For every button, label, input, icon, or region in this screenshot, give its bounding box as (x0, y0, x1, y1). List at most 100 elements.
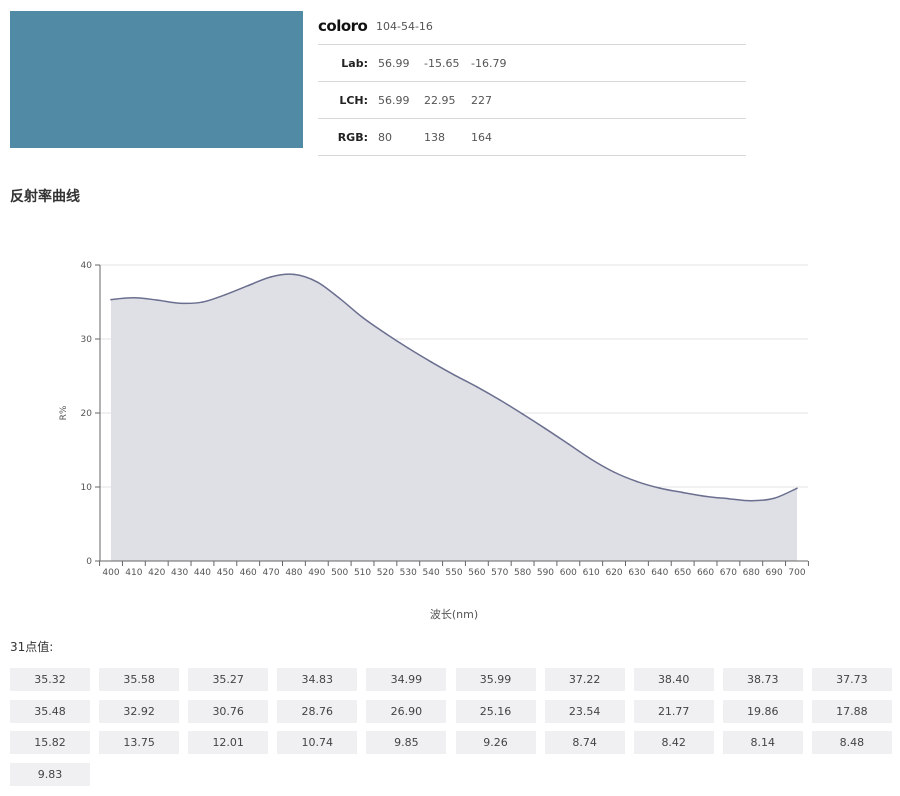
x-tick-label: 560 (468, 568, 485, 578)
point-value-cell: 13.75 (99, 731, 180, 754)
data-point (498, 399, 501, 401)
x-tick-label: 500 (331, 568, 348, 578)
x-tick-label: 430 (171, 568, 188, 578)
data-point (659, 487, 661, 489)
point-value-cell: 35.48 (10, 699, 90, 723)
point-value-cell: 8.14 (722, 731, 803, 754)
point-value-cell: 38.73 (722, 668, 803, 691)
x-tick-label: 610 (583, 568, 600, 578)
reflectance-chart-svg: 0 10 20 30 40 400 410 420 430 440 450 460 470 480 490 5… (59, 261, 809, 621)
x-tick-label: 520 (377, 568, 394, 578)
data-point (407, 347, 410, 349)
lab-label: Lab: (341, 56, 368, 70)
x-tick-label: 480 (285, 568, 302, 578)
point-value-cell: 28.76 (277, 699, 358, 723)
brand-logo: coloro (318, 17, 368, 35)
data-point (704, 495, 707, 498)
x-tick-label: 640 (651, 568, 668, 578)
x-tick-label: 450 (217, 568, 234, 578)
lch-label: LCH: (339, 93, 368, 107)
data-point (293, 273, 295, 276)
data-point (133, 296, 135, 299)
area-fill (111, 274, 797, 561)
x-tick-label: 680 (743, 568, 760, 578)
data-point (750, 499, 753, 502)
data-point (224, 293, 227, 296)
point-value-cell: 9.83 (10, 762, 90, 786)
x-tick-label: 440 (194, 568, 211, 578)
data-point (773, 497, 775, 500)
x-tick-label: 620 (605, 568, 622, 578)
brand-row: coloro 104-54-16 (318, 8, 746, 45)
data-point (544, 427, 547, 430)
point-value-cell: 8.74 (544, 731, 625, 754)
lab-row: Lab: 56.99 -15.65 -16.79 (318, 45, 746, 82)
data-point (453, 374, 455, 376)
data-point (727, 497, 730, 500)
data-point (636, 480, 638, 483)
point-value-cell: 37.73 (811, 668, 892, 691)
data-point (247, 284, 249, 287)
point-value-cell: 8.42 (633, 731, 714, 754)
x-tick-label: 650 (674, 568, 691, 578)
y-axis-title: R% (59, 405, 69, 420)
point-value-cell: 25.16 (455, 699, 536, 723)
lch-c-value: 22.95 (424, 93, 456, 107)
point-value-cell: 17.88 (811, 699, 892, 723)
x-tick-label: 660 (697, 568, 714, 578)
lab-l-value: 56.99 (378, 56, 410, 70)
rgb-row: RGB: 80 138 164 (318, 119, 746, 156)
data-point (590, 458, 592, 461)
y-tick-label: 10 (81, 483, 93, 493)
x-tick-label: 550 (445, 568, 462, 578)
data-point (681, 491, 684, 494)
point-value-cell: 9.26 (455, 731, 536, 754)
rgb-b-value: 164 (471, 130, 492, 144)
point-value-cell: 12.01 (188, 731, 269, 754)
point-value-cell: 34.99 (366, 668, 447, 691)
lch-h-value: 227 (471, 93, 492, 107)
point-value-cell: 35.27 (188, 668, 269, 691)
x-tick-label: 700 (788, 568, 805, 578)
point-value-cell: 38.40 (633, 668, 714, 691)
section-title: 反射率曲线 (10, 189, 80, 205)
reflectance-chart: 0 10 20 30 40 400 410 420 430 440 450 460 470 480 490 5… (0, 240, 900, 630)
data-point (178, 302, 181, 305)
x-tick-label: 530 (400, 568, 417, 578)
lch-l-value: 56.99 (378, 93, 410, 107)
point-value-cell: 32.92 (99, 699, 180, 723)
point-value-cell: 15.82 (10, 731, 90, 754)
y-tick-label: 40 (81, 261, 93, 271)
lch-row: LCH: 56.99 22.95 227 (318, 82, 746, 119)
data-point (476, 386, 478, 388)
point-value-cell: 37.22 (544, 668, 625, 691)
x-tick-label: 490 (308, 568, 325, 578)
x-tick-label: 580 (514, 568, 531, 578)
rgb-g-value: 138 (424, 130, 445, 144)
y-tick-label: 30 (81, 335, 93, 345)
y-tick-label: 20 (81, 409, 93, 419)
rgb-r-value: 80 (378, 130, 392, 144)
x-tick-label: 690 (766, 568, 783, 578)
x-tick-label: 540 (423, 568, 440, 578)
data-point (155, 299, 158, 301)
x-tick-label: 420 (148, 568, 165, 578)
x-tick-label: 460 (240, 568, 257, 578)
data-point (316, 280, 318, 283)
point-value-cell: 35.32 (10, 668, 90, 691)
color-swatch (10, 11, 303, 148)
point-value-cell: 35.58 (99, 668, 180, 691)
point-value-cell: 35.99 (455, 668, 536, 691)
x-tick-label: 670 (720, 568, 737, 578)
color-code: 104-54-16 (376, 19, 433, 33)
x-tick-label: 400 (102, 568, 119, 578)
data-point (613, 471, 615, 473)
point-value-cell: 8.48 (811, 731, 892, 754)
color-info-panel: coloro 104-54-16 Lab: 56.99 -15.65 -16.7… (318, 8, 746, 156)
x-tick-label: 510 (354, 568, 371, 578)
point-value-cell: 34.83 (277, 668, 358, 691)
point-value-cell: 26.90 (366, 699, 447, 723)
x-tick-label: 600 (560, 568, 577, 578)
data-point (430, 361, 432, 363)
data-point (361, 316, 364, 319)
